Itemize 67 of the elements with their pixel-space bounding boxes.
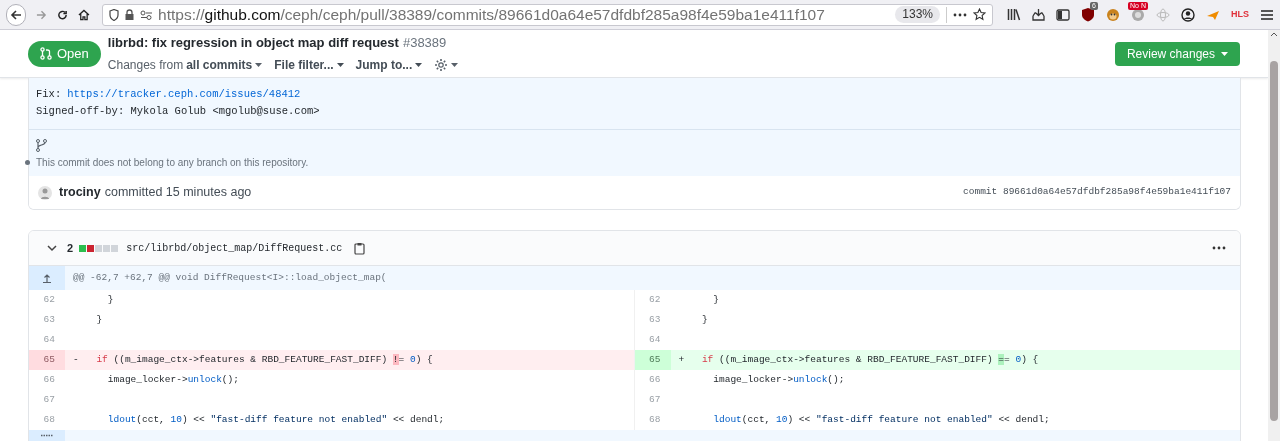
code-line: image_locker->unlock(); bbox=[712, 372, 845, 387]
scrollbar[interactable] bbox=[1268, 30, 1280, 441]
reload-icon[interactable] bbox=[57, 8, 69, 21]
clipboard-icon[interactable] bbox=[354, 241, 366, 255]
expand-dots-icon bbox=[41, 434, 53, 437]
code-line: ldout(cct, 10) << "fast-diff feature not enabled" << dendl; bbox=[712, 412, 1050, 427]
shield-icon[interactable] bbox=[109, 8, 120, 21]
line-number: 65 bbox=[634, 350, 671, 370]
commit-sha: commit 89661d0a64e57dfdbf285a98f4e59ba1e411f107 bbox=[963, 185, 1231, 200]
hunk-header: @@ -62,7 +62,7 @@ void DiffRequest<I>::load_object_map( bbox=[72, 271, 387, 285]
caret-icon bbox=[451, 62, 459, 67]
arrow-left-icon bbox=[10, 8, 23, 21]
changes-count: 2 bbox=[67, 240, 74, 256]
avatar bbox=[38, 184, 52, 201]
menu-icon[interactable] bbox=[1260, 8, 1274, 21]
settings-icon bbox=[434, 57, 449, 72]
commit-message-text: Signed-off-by: Mykola Golub <mgolub@suse.com> bbox=[36, 104, 321, 119]
code-line: } bbox=[106, 292, 114, 307]
url-text[interactable]: https://github.com/ceph/ceph/pull/38389/commits/89661d0a64e57dfdbf285a98f4e59ba1e411f107 bbox=[158, 2, 825, 27]
file-path[interactable]: src/librbd/object_map/DiffRequest.cc bbox=[126, 240, 343, 256]
author-link[interactable]: trociny bbox=[59, 183, 101, 202]
caret-icon bbox=[415, 62, 423, 67]
tray-icon[interactable] bbox=[1032, 8, 1045, 21]
diff-marker: + bbox=[677, 352, 686, 367]
line-number: 65 bbox=[29, 350, 65, 370]
settings-dropdown[interactable] bbox=[434, 57, 459, 72]
address-bar[interactable]: https://github.com/ceph/ceph/pull/38389/commits/89661d0a64e57dfdbf285a98f4e59ba1e411f107 133% bbox=[102, 3, 993, 26]
more-icon[interactable] bbox=[953, 12, 967, 17]
timeline-dot bbox=[25, 160, 30, 165]
changes-from-dropdown[interactable]: Changes from all commits bbox=[107, 55, 263, 74]
zoom-level[interactable]: 133% bbox=[895, 6, 940, 23]
code-line: if ((m_image_ctx->features & RBD_FEATURE_FAST_DIFF) == 0) { bbox=[700, 352, 1039, 367]
expand-up-icon bbox=[42, 273, 52, 283]
library-icon[interactable] bbox=[1007, 8, 1021, 21]
code-line: image_locker->unlock(); bbox=[106, 372, 239, 387]
commit-message-text: Fix: bbox=[36, 87, 62, 102]
issue-link[interactable]: https://tracker.ceph.com/issues/48412 bbox=[67, 86, 301, 103]
file-filter-dropdown[interactable]: File filter... bbox=[274, 55, 344, 74]
diff-marker: - bbox=[72, 352, 80, 367]
extension-label[interactable]: HLS bbox=[1231, 7, 1249, 22]
lock-icon bbox=[125, 9, 135, 20]
code-line: } bbox=[700, 312, 708, 327]
caret-icon bbox=[336, 62, 344, 67]
code-line: } bbox=[712, 292, 719, 307]
account-icon[interactable] bbox=[1181, 7, 1195, 22]
code-line: ldout(cct, 10) << "fast-diff feature not enabled" << dendl; bbox=[106, 412, 445, 427]
chevron-down-icon[interactable] bbox=[47, 244, 57, 252]
state-badge: Open bbox=[28, 40, 101, 67]
pull-request-number: #38389 bbox=[402, 34, 447, 53]
branch-icon bbox=[36, 139, 47, 152]
caret-icon bbox=[1221, 51, 1228, 56]
jump-to-dropdown[interactable]: Jump to... bbox=[355, 55, 423, 74]
kebab-menu-icon[interactable] bbox=[1212, 246, 1226, 250]
home-icon[interactable] bbox=[78, 8, 91, 21]
caret-icon bbox=[255, 62, 263, 67]
shield-extension-icon[interactable] bbox=[1081, 7, 1095, 22]
back-button[interactable] bbox=[6, 3, 27, 26]
sidebar-icon[interactable] bbox=[1056, 8, 1070, 21]
branch-note: This commit does not belong to any branch on this repository. bbox=[36, 156, 310, 170]
monkey-icon[interactable] bbox=[1106, 7, 1120, 22]
code-line: } bbox=[95, 312, 103, 327]
star-icon[interactable] bbox=[973, 8, 986, 21]
permissions-icon[interactable] bbox=[140, 9, 153, 20]
commit-time: committed 15 minutes ago bbox=[104, 184, 252, 202]
pull-request-title: librbd: fix regression in object map diff request bbox=[107, 34, 399, 53]
scroll-up-icon[interactable] bbox=[1270, 32, 1278, 37]
code-line: if ((m_image_ctx->features & RBD_FEATURE_FAST_DIFF) != 0) { bbox=[95, 352, 433, 367]
